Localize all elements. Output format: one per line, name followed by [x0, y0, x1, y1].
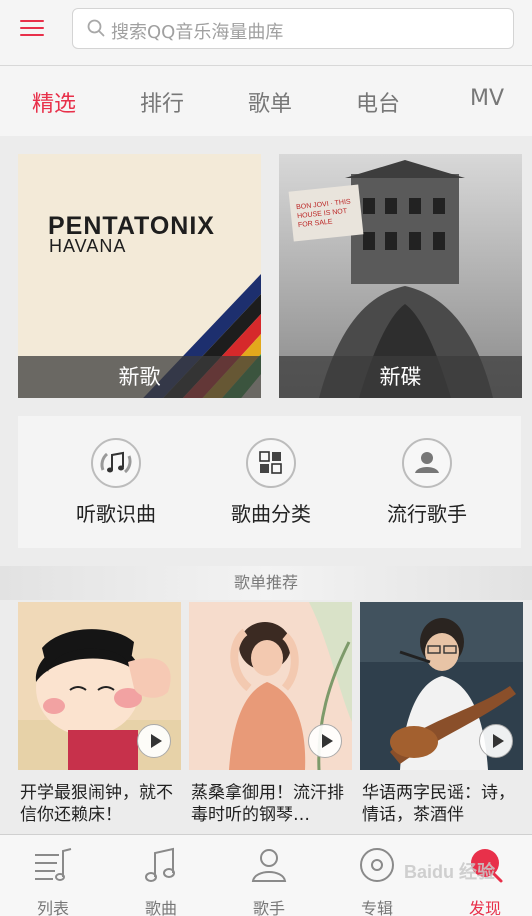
play-icon[interactable] — [137, 724, 171, 758]
song-recognition-label: 听歌识曲 — [76, 502, 156, 526]
tab-charts[interactable]: 排行 — [140, 86, 184, 118]
nav-singers[interactable]: 歌手 — [216, 835, 322, 916]
new-albums-caption: 新碟 — [279, 356, 522, 398]
playlist-card[interactable]: 华语两字民谣：诗，情话，茶酒伴 — [360, 602, 523, 826]
new-songs-tile[interactable]: PENTATONIX HAVANA 新歌 — [18, 154, 261, 398]
top-bar: 搜索QQ音乐海量曲库 — [0, 0, 532, 66]
baidu-watermark: Baidu 经验 — [404, 862, 496, 882]
playlist-title: 蒸桑拿御用！流汗排毒时听的钢琴… — [191, 783, 344, 825]
nav-discover-label: 发现 — [468, 899, 501, 916]
tab-featured[interactable]: 精选 — [32, 86, 76, 118]
search-icon — [87, 19, 105, 37]
nav-list[interactable]: 列表 — [0, 835, 106, 916]
new-albums-tile[interactable]: BON JOVI · THIS HOUSE IS NOT FOR SALE 新碟 — [279, 154, 522, 398]
popular-singers-label: 流行歌手 — [387, 502, 467, 526]
person-icon — [402, 438, 452, 488]
nav-albums-label: 专辑 — [360, 899, 393, 916]
music-icon — [145, 847, 175, 882]
singer-icon — [251, 849, 287, 882]
song-categories-label: 歌曲分类 — [231, 502, 311, 526]
popular-singers-button[interactable]: 流行歌手 — [352, 438, 502, 527]
quick-actions-panel: 听歌识曲 歌曲分类 流行歌手 — [18, 416, 521, 548]
grid-icon — [246, 438, 296, 488]
song-recognition-button[interactable]: 听歌识曲 — [41, 438, 191, 527]
playlist-cover — [18, 602, 181, 770]
playlist-card[interactable]: 蒸桑拿御用！流汗排毒时听的钢琴… — [189, 602, 352, 826]
tab-playlists[interactable]: 歌单 — [248, 86, 292, 118]
playlist-card[interactable]: 开学最狠闹钟，就不信你还赖床！ — [18, 602, 181, 826]
nav-songs-label: 歌曲 — [144, 899, 177, 916]
nav-songs[interactable]: 歌曲 — [108, 835, 214, 916]
category-tabs: 精选 排行 歌单 电台 MV — [0, 66, 532, 136]
playlist-cover — [360, 602, 523, 770]
search-input[interactable]: 搜索QQ音乐海量曲库 — [72, 8, 514, 49]
new-songs-caption: 新歌 — [18, 356, 261, 398]
nav-singers-label: 歌手 — [252, 899, 285, 916]
playlist-section-title: 歌单推荐 — [0, 566, 532, 600]
playlist-title: 开学最狠闹钟，就不信你还赖床！ — [20, 783, 173, 825]
tab-radio[interactable]: 电台 — [356, 86, 400, 118]
search-placeholder: 搜索QQ音乐海量曲库 — [111, 22, 284, 43]
play-icon[interactable] — [479, 724, 513, 758]
menu-icon[interactable] — [18, 16, 48, 40]
play-icon[interactable] — [308, 724, 342, 758]
playlist-cover — [189, 602, 352, 770]
album-icon — [360, 848, 394, 882]
song-categories-button[interactable]: 歌曲分类 — [196, 438, 346, 527]
playlist-title: 华语两字民谣：诗，情话，茶酒伴 — [362, 783, 515, 825]
nav-list-label: 列表 — [36, 899, 69, 916]
tab-mv[interactable]: MV — [470, 86, 504, 111]
music-note-icon — [91, 438, 141, 488]
list-icon — [35, 848, 72, 881]
